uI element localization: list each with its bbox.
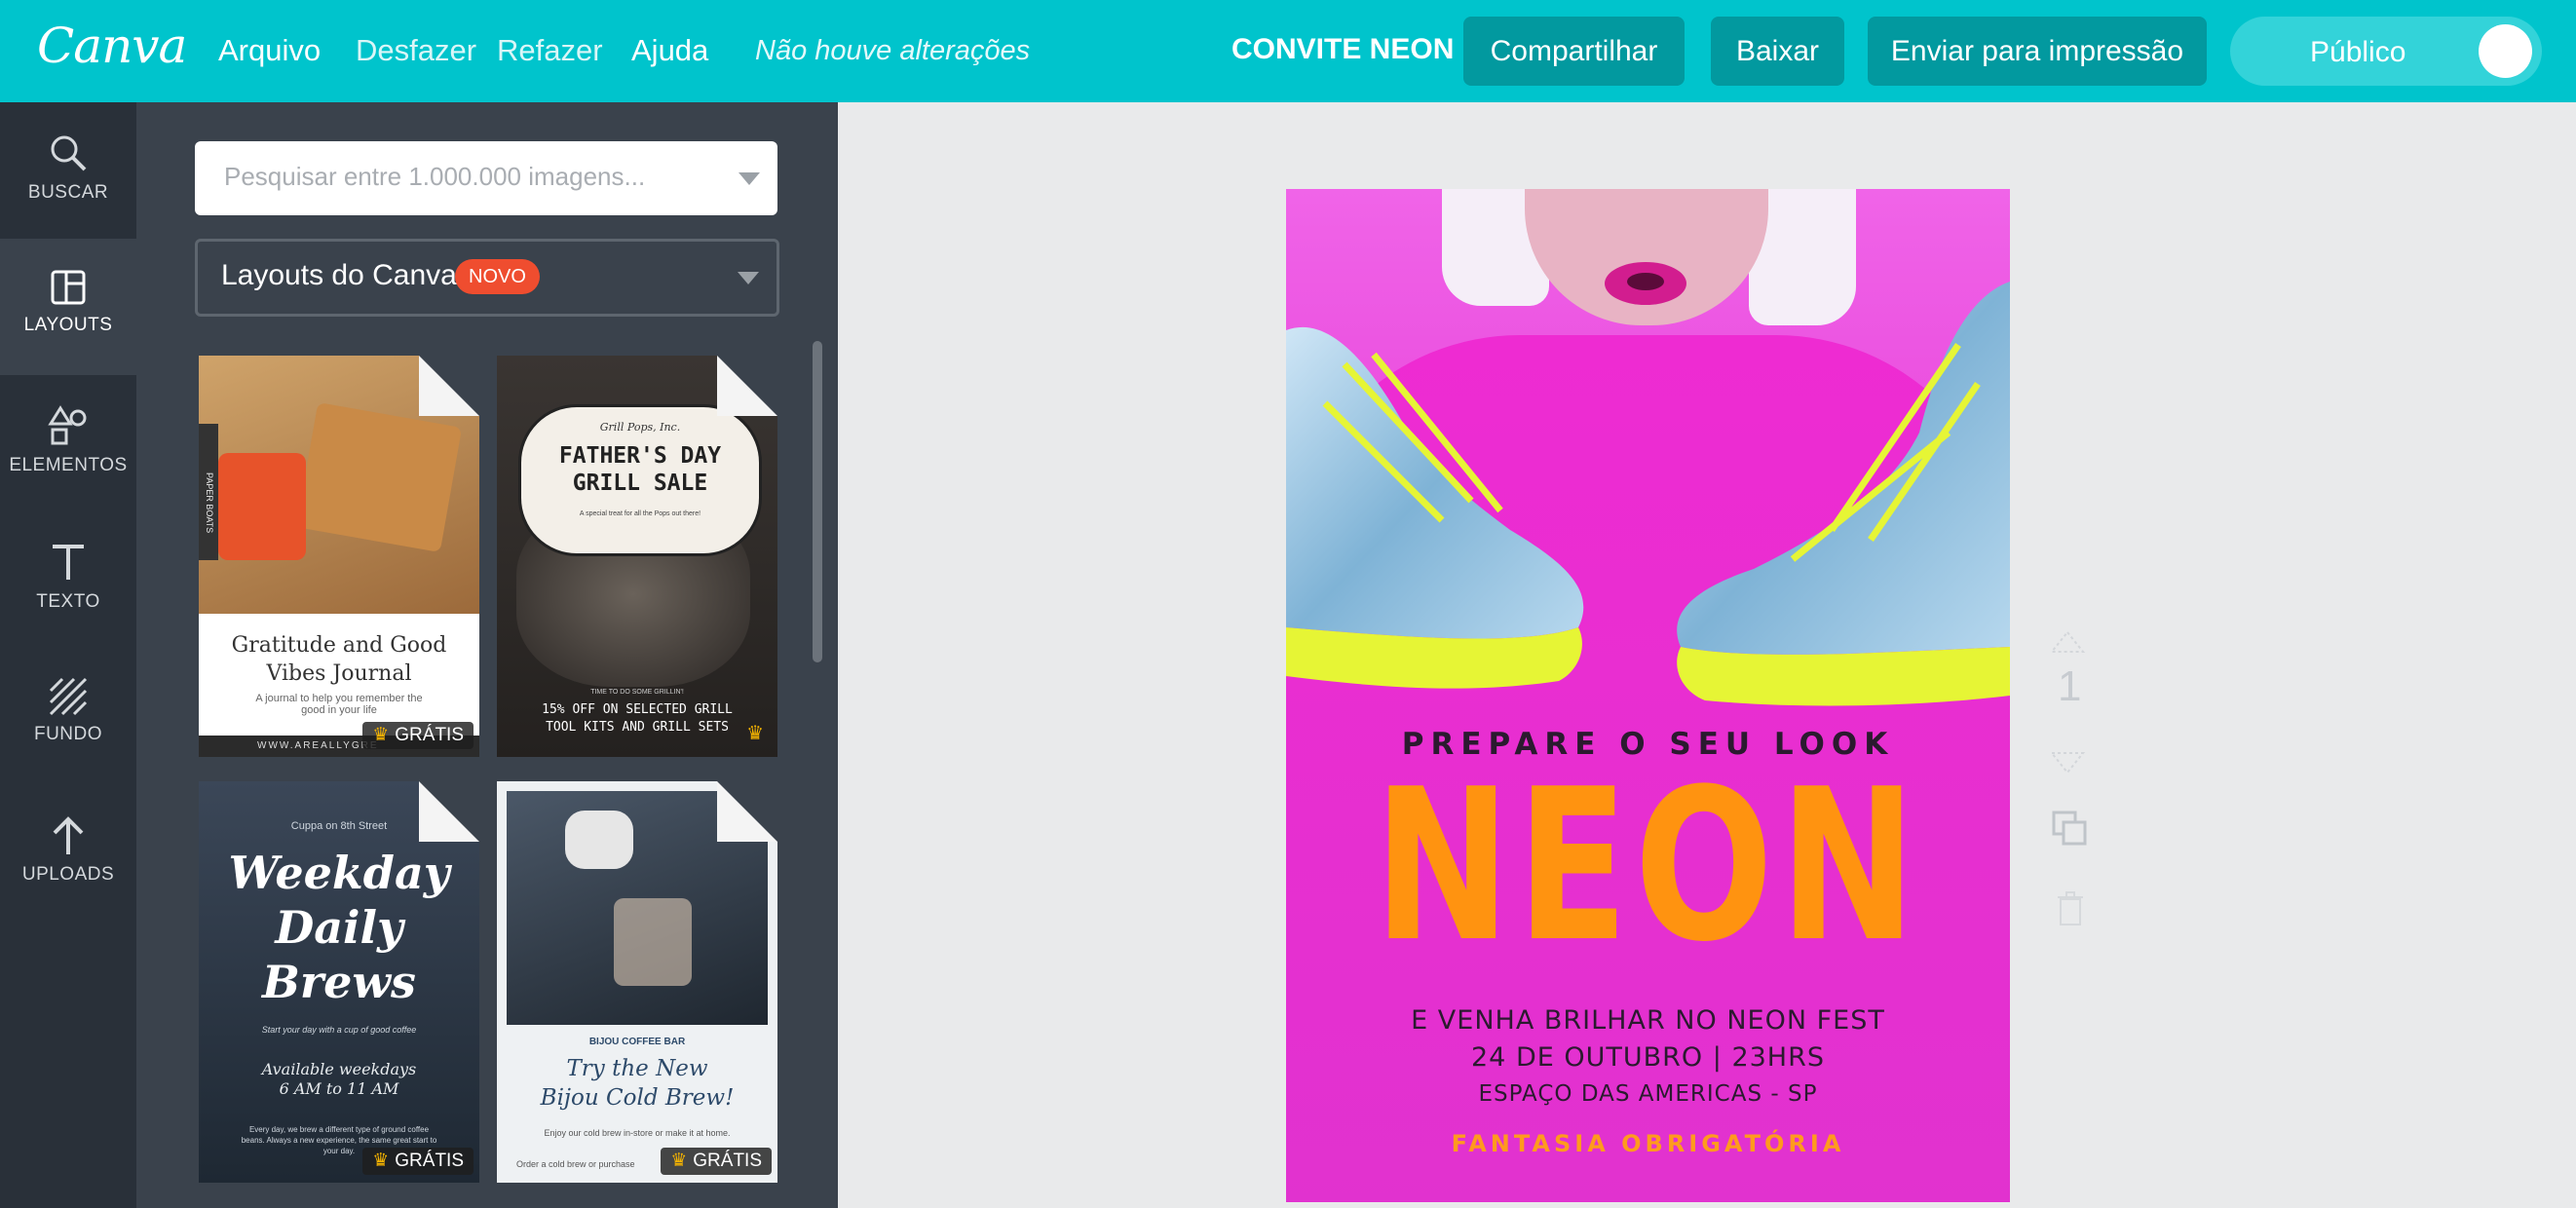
rail-item-text[interactable]: TEXTO (0, 511, 136, 648)
rail-label-background: FUNDO (33, 724, 103, 744)
chevron-down-icon[interactable] (739, 172, 760, 185)
rail-label-elements: ELEMENTOS (9, 455, 128, 475)
move-page-down-icon[interactable] (2049, 736, 2086, 785)
layout-source-select[interactable]: Layouts do Canva NOVO (195, 239, 779, 317)
page-number: 1 (2058, 662, 2082, 710)
design-line-costume[interactable]: FANTASIA OBRIGATÓRIA (1286, 1130, 2010, 1157)
rail-item-background[interactable]: FUNDO (0, 648, 136, 784)
search-input[interactable] (222, 161, 713, 193)
page-fold (419, 781, 479, 842)
free-badge: ♛ GRÁTIS (362, 722, 474, 749)
panel-scrollbar[interactable] (813, 341, 822, 662)
search-icon (51, 135, 87, 171)
template-brand: Grill Pops, Inc. (599, 421, 681, 434)
template-bijou-cold-brew[interactable]: BIJOU COFFEE BAR Try the New Bijou Cold … (497, 781, 777, 1183)
canva-logo[interactable]: Canva (37, 18, 187, 74)
template-hours: 6 AM to 11 AM (279, 1079, 399, 1098)
rail-item-search[interactable]: BUSCAR (0, 102, 136, 239)
layouts-panel: Layouts do Canva NOVO PAPER BOATS Gratit… (136, 102, 838, 1208)
background-icon (49, 677, 88, 716)
crown-icon: ♛ (746, 723, 764, 744)
crown-icon: ♛ (670, 1151, 688, 1171)
template-subtitle: A journal to help you remember the good … (255, 693, 423, 716)
top-bar: Canva Arquivo Desfazer Refazer Ajuda Não… (0, 0, 2576, 102)
template-hours-label: Available weekdays (261, 1060, 417, 1078)
new-badge: NOVO (455, 259, 540, 294)
toggle-knob (2479, 24, 2532, 78)
free-badge-label: GRÁTIS (395, 1151, 464, 1171)
design-page[interactable]: PREPARE O SEU LOOK NEON E VENHA BRILHAR … (1286, 189, 2010, 1202)
design-line-date[interactable]: 24 DE OUTUBRO | 23HRS (1286, 1042, 2010, 1073)
rail-label-uploads: UPLOADS (21, 864, 115, 885)
document-title[interactable]: CONVITE NEON (1231, 33, 1454, 66)
template-side-text: PAPER BOATS (205, 472, 214, 534)
save-status: Não houve alterações (755, 35, 1031, 66)
template-label: Grill Pops, Inc. FATHER'S DAY GRILL SALE… (518, 404, 762, 556)
download-button[interactable]: Baixar (1711, 17, 1844, 86)
text-icon (53, 545, 84, 580)
visibility-label: Público (2310, 36, 2406, 68)
menu-help[interactable]: Ajuda (631, 33, 708, 68)
upload-icon (53, 816, 84, 854)
delete-page-icon[interactable] (2056, 888, 2085, 937)
crown-icon: ♛ (372, 1151, 390, 1171)
layout-select-label: Layouts do Canva (221, 259, 457, 291)
duplicate-page-icon[interactable] (2050, 809, 2089, 858)
design-line-venue[interactable]: ESPAÇO DAS AMERICAS - SP (1286, 1081, 2010, 1107)
menu-undo[interactable]: Desfazer (356, 33, 476, 68)
template-title: FATHER'S DAY GRILL SALE (558, 443, 722, 496)
page-fold (717, 781, 777, 842)
free-badge: ♛ GRÁTIS (661, 1148, 772, 1175)
rail-item-uploads[interactable]: UPLOADS (0, 784, 136, 921)
elements-icon (48, 405, 87, 445)
rail-item-layouts[interactable]: LAYOUTS (0, 239, 136, 375)
move-page-up-icon[interactable] (2049, 616, 2086, 664)
left-rail: BUSCAR LAYOUTS ELEMENTOS TEXTO FUNDO UPL… (0, 102, 136, 1208)
free-badge-label: GRÁTIS (395, 725, 464, 745)
visibility-toggle[interactable]: Público (2230, 17, 2542, 86)
template-title: Weekday Daily Brews (228, 847, 450, 1008)
layouts-icon (51, 270, 86, 305)
menu-redo[interactable]: Refazer (497, 33, 603, 68)
chevron-down-icon (738, 272, 759, 284)
crown-icon: ♛ (372, 725, 390, 745)
page-fold (419, 356, 479, 416)
template-body: Enjoy our cold brew in-store or make it … (544, 1128, 731, 1138)
design-headline-neon[interactable]: NEON (1366, 754, 1931, 978)
template-weekday-brews[interactable]: Cuppa on 8th Street Weekday Daily Brews … (199, 781, 479, 1183)
menu-file[interactable]: Arquivo (218, 33, 321, 68)
print-button[interactable]: Enviar para impressão (1868, 17, 2207, 86)
share-button[interactable]: Compartilhar (1463, 17, 1685, 86)
template-title: Gratitude and Good Vibes Journal (231, 633, 447, 686)
template-offer: 15% OFF ON SELECTED GRILL TOOL KITS AND … (542, 702, 733, 735)
template-title: Try the New Bijou Cold Brew! (540, 1056, 735, 1111)
template-gratitude-journal[interactable]: PAPER BOATS Gratitude and Good Vibes Jou… (199, 356, 479, 757)
template-footer: Order a cold brew or purchase (516, 1159, 635, 1169)
image-search-field[interactable] (195, 141, 777, 215)
template-brand: BIJOU COFFEE BAR (588, 1037, 686, 1047)
page-fold (717, 356, 777, 416)
template-subtitle: A special treat for all the Pops out the… (579, 510, 701, 517)
free-badge-label: GRÁTIS (693, 1151, 762, 1171)
rail-item-elements[interactable]: ELEMENTOS (0, 375, 136, 511)
design-line-fest[interactable]: E VENHA BRILHAR NO NEON FEST (1286, 1005, 2010, 1036)
free-badge: ♛ GRÁTIS (362, 1148, 474, 1175)
rail-label-layouts: LAYOUTS (23, 315, 113, 335)
rail-label-search: BUSCAR (27, 182, 109, 203)
template-fathers-day[interactable]: Grill Pops, Inc. FATHER'S DAY GRILL SALE… (497, 356, 777, 757)
rail-label-text: TEXTO (36, 591, 100, 612)
template-tagline: TIME TO DO SOME GRILLIN'! (590, 689, 684, 696)
template-subtitle: Start your day with a cup of good coffee (261, 1025, 417, 1035)
